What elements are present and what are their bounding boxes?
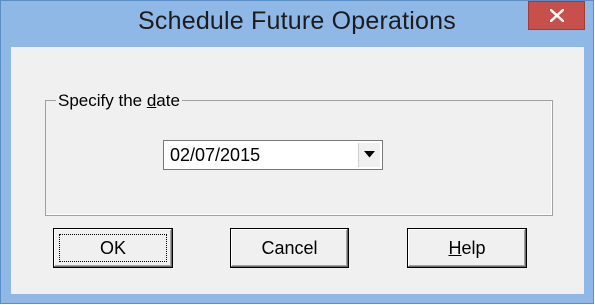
ok-focus-rect: OK — [59, 234, 167, 262]
title-bar[interactable]: Schedule Future Operations — [1, 1, 593, 47]
groupbox-legend: Specify the date — [56, 91, 182, 111]
close-button[interactable] — [528, 1, 585, 30]
date-dropdown-button[interactable] — [358, 143, 380, 167]
help-label-rest: elp — [461, 238, 486, 258]
close-icon — [550, 9, 564, 22]
legend-text-post: ate — [156, 91, 180, 110]
date-combobox[interactable]: 02/07/2015 — [163, 140, 383, 170]
ok-button[interactable]: OK — [53, 228, 173, 268]
chevron-down-icon — [364, 151, 375, 158]
legend-text-pre: Specify the — [58, 91, 147, 110]
legend-access-key: d — [146, 91, 157, 110]
cancel-label: Cancel — [261, 238, 318, 258]
dialog-window: Schedule Future Operations Specify the d… — [0, 0, 594, 304]
help-button[interactable]: Help — [407, 228, 527, 268]
help-access-key: H — [448, 238, 462, 258]
cancel-button[interactable]: Cancel — [230, 228, 349, 268]
ok-label: OK — [99, 238, 126, 258]
dialog-client-area: Specify the date 02/07/2015 OK Cancel He… — [11, 47, 584, 294]
date-value: 02/07/2015 — [170, 145, 261, 165]
window-title: Schedule Future Operations — [138, 7, 456, 35]
